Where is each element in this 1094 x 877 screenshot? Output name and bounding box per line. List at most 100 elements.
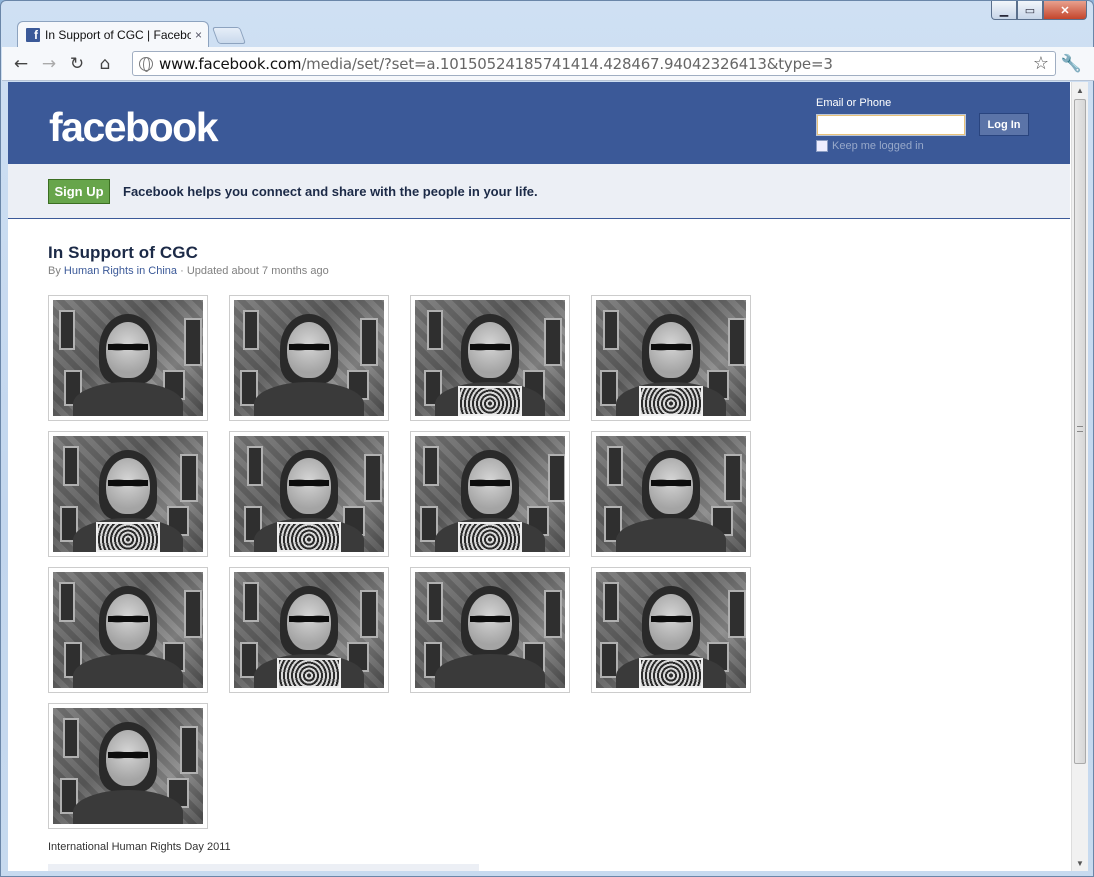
tab-title: In Support of CGC | Facebo — [45, 28, 191, 42]
scroll-down-icon[interactable]: ▼ — [1072, 855, 1088, 871]
scroll-up-icon[interactable]: ▲ — [1072, 82, 1088, 98]
sunglasses-icon — [651, 614, 691, 624]
background-poster — [360, 318, 378, 366]
photo-image — [415, 572, 565, 688]
photo-thumbnail[interactable] — [48, 431, 208, 557]
scroll-thumb[interactable] — [1074, 99, 1086, 764]
photo-image — [596, 300, 746, 416]
url-text[interactable]: www.facebook.com/media/set/?set=a.101505… — [159, 55, 833, 73]
sunglasses-icon — [470, 342, 510, 352]
email-label: Email or Phone — [816, 97, 892, 109]
photo-image — [53, 572, 203, 688]
photo-thumbnail[interactable] — [229, 295, 389, 421]
keep-logged-in-label: Keep me logged in — [832, 140, 924, 152]
url-path: /media/set/?set=a.10150524185741414.4284… — [301, 54, 833, 73]
held-portrait-sign — [277, 522, 341, 552]
album-author-link[interactable]: Human Rights in China — [64, 265, 177, 277]
browser-tab-active[interactable]: f In Support of CGC | Facebo × — [17, 21, 209, 48]
sunglasses-icon — [108, 614, 148, 624]
sunglasses-icon — [289, 478, 329, 488]
photo-thumbnail[interactable] — [48, 295, 208, 421]
home-icon[interactable]: ⌂ — [94, 53, 116, 75]
person-body — [616, 518, 726, 552]
login-button[interactable]: Log In — [979, 113, 1029, 136]
album-meta: By Human Rights in China · Updated about… — [48, 265, 329, 277]
background-poster — [63, 446, 79, 486]
held-portrait-sign — [639, 386, 703, 416]
facebook-header: facebook Email or Phone Log In Keep me l… — [8, 82, 1070, 164]
photo-thumbnail[interactable] — [410, 431, 570, 557]
background-poster — [423, 446, 439, 486]
background-poster — [600, 370, 618, 406]
photo-thumbnail[interactable] — [410, 295, 570, 421]
email-field[interactable] — [816, 114, 966, 136]
by-prefix: By — [48, 265, 61, 277]
photo-thumbnail[interactable] — [591, 431, 751, 557]
signup-tagline: Facebook helps you connect and share wit… — [123, 184, 538, 199]
photo-image — [596, 572, 746, 688]
signup-button[interactable]: Sign Up — [48, 179, 110, 204]
url-host: www.facebook.com — [159, 54, 302, 73]
keep-logged-in-checkbox[interactable] — [816, 140, 828, 152]
background-poster — [59, 310, 75, 350]
background-poster — [63, 718, 79, 758]
reload-icon[interactable]: ↻ — [66, 53, 88, 75]
star-icon[interactable]: ☆ — [1033, 53, 1049, 74]
signup-bar: Sign Up Facebook helps you connect and s… — [8, 164, 1070, 219]
background-poster — [544, 318, 562, 366]
background-poster — [180, 454, 198, 502]
photo-thumbnail[interactable] — [591, 567, 751, 693]
photo-thumbnail[interactable] — [48, 703, 208, 829]
photo-thumbnail[interactable] — [48, 567, 208, 693]
facebook-logo[interactable]: facebook — [49, 104, 219, 151]
wrench-icon[interactable]: 🔧 — [1061, 54, 1082, 74]
photo-grid — [48, 295, 768, 835]
photo-image — [596, 436, 746, 552]
background-poster — [607, 446, 623, 486]
background-poster — [603, 582, 619, 622]
photo-image — [53, 436, 203, 552]
forward-icon[interactable]: → — [38, 53, 60, 75]
browser-toolbar: ← → ↻ ⌂ www.facebook.com/media/set/?set=… — [2, 47, 1094, 81]
background-poster — [600, 642, 618, 678]
photo-thumbnail[interactable] — [229, 567, 389, 693]
photo-image — [53, 300, 203, 416]
sunglasses-icon — [108, 478, 148, 488]
photo-thumbnail[interactable] — [229, 431, 389, 557]
vertical-scrollbar[interactable]: ▲ ▼ — [1071, 82, 1088, 871]
background-poster — [728, 318, 746, 366]
new-tab-button[interactable] — [211, 27, 247, 44]
background-poster — [59, 582, 75, 622]
globe-icon — [139, 56, 153, 72]
facebook-favicon-icon: f — [26, 28, 40, 42]
photo-image — [53, 708, 203, 824]
sunglasses-icon — [289, 614, 329, 624]
background-poster — [360, 590, 378, 638]
held-portrait-sign — [458, 522, 522, 552]
photo-image — [415, 436, 565, 552]
background-poster — [728, 590, 746, 638]
photo-thumbnail[interactable] — [591, 295, 751, 421]
background-poster — [247, 446, 263, 486]
held-portrait-sign — [639, 658, 703, 688]
page-viewport: facebook Email or Phone Log In Keep me l… — [8, 82, 1088, 871]
sunglasses-icon — [470, 478, 510, 488]
held-portrait-sign — [458, 386, 522, 416]
background-poster — [243, 310, 259, 350]
background-poster — [184, 590, 202, 638]
sunglasses-icon — [289, 342, 329, 352]
background-poster — [427, 582, 443, 622]
held-portrait-sign — [96, 522, 160, 552]
background-poster — [548, 454, 565, 502]
background-poster — [724, 454, 742, 502]
back-icon[interactable]: ← — [10, 53, 32, 75]
sunglasses-icon — [108, 342, 148, 352]
address-bar[interactable]: www.facebook.com/media/set/?set=a.101505… — [132, 51, 1056, 76]
held-portrait-sign — [277, 658, 341, 688]
photo-image — [234, 300, 384, 416]
background-poster — [364, 454, 382, 502]
background-poster — [243, 582, 259, 622]
tab-close-icon[interactable]: × — [195, 28, 202, 42]
photo-thumbnail[interactable] — [410, 567, 570, 693]
photo-image — [234, 572, 384, 688]
